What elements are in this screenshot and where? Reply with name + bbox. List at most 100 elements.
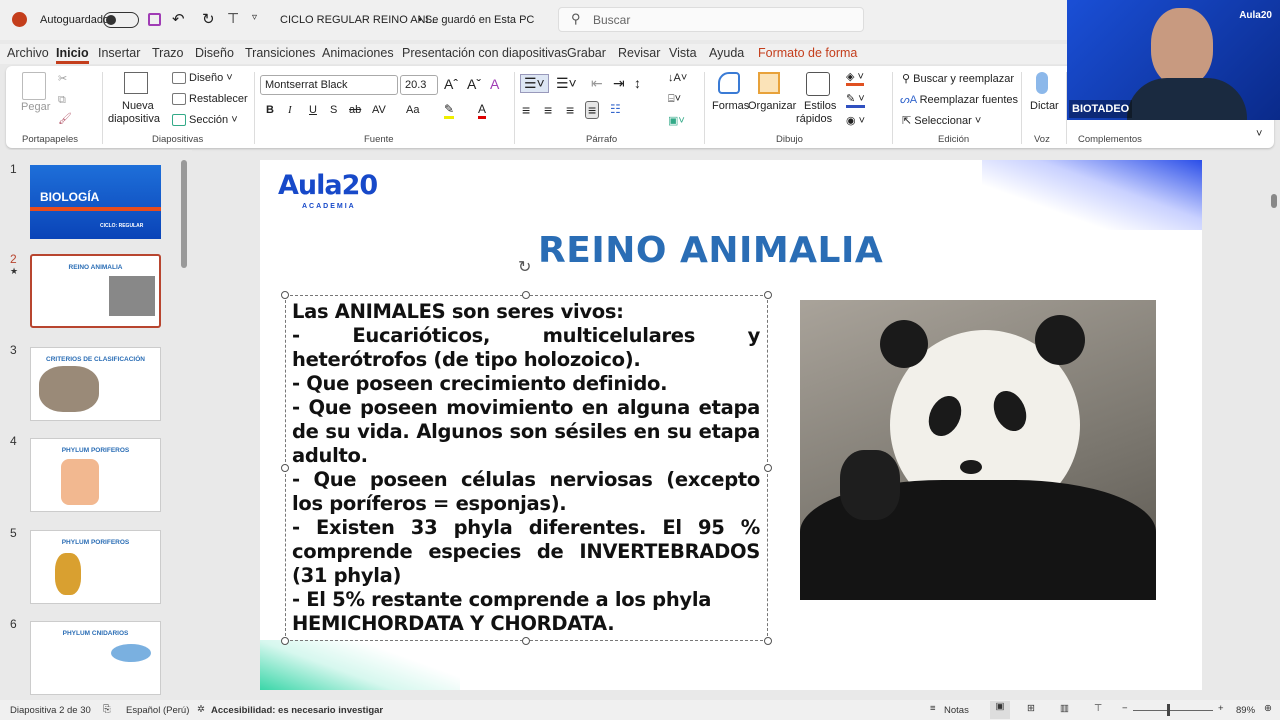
save-icon[interactable] — [148, 13, 161, 26]
tab-animaciones[interactable]: Animaciones — [322, 46, 394, 60]
zoom-level[interactable]: 89% — [1236, 705, 1255, 716]
font-size-select[interactable]: 20.3 — [400, 75, 438, 95]
tab-presentacion[interactable]: Presentación con diapositivas — [402, 46, 567, 60]
tab-transiciones[interactable]: Transiciones — [245, 46, 315, 60]
align-right-icon[interactable]: ≡ — [566, 102, 574, 118]
slide-title[interactable]: REINO ANIMALIA — [538, 230, 883, 271]
group-label: Dibujo — [776, 134, 803, 145]
align-text-icon[interactable]: ⌸˅ — [668, 93, 681, 106]
notes-button[interactable]: Notas — [944, 705, 969, 716]
bullets-icon[interactable]: ☰˅ — [520, 74, 549, 93]
save-status[interactable]: • Se guardó en Esta PC — [418, 14, 534, 26]
search-icon: ⚲ — [571, 11, 581, 26]
clear-format-icon[interactable]: A — [490, 76, 499, 92]
slide-thumbnail-5[interactable]: PHYLUM PORIFEROS — [30, 530, 161, 604]
new-slide-button[interactable]: Nueva — [122, 100, 154, 112]
underline-button[interactable]: U — [309, 104, 317, 116]
accessibility-status[interactable]: Accesibilidad: es necesario investigar — [211, 705, 383, 716]
tab-trazo[interactable]: Trazo — [152, 46, 184, 60]
slideshow-icon[interactable]: ⊤ — [1094, 703, 1102, 714]
shrink-font-icon[interactable]: Aˇ — [467, 76, 481, 92]
tab-archivo[interactable]: Archivo — [7, 46, 49, 60]
tab-vista[interactable]: Vista — [669, 46, 697, 60]
slide-canvas: Aula20 ACADEMIA REINO ANIMALIA ↻ Las ANI… — [260, 160, 1202, 690]
autosave-toggle[interactable] — [103, 12, 139, 28]
highlight-icon[interactable]: ✎ — [444, 102, 455, 119]
shadow-button[interactable]: S — [330, 104, 337, 116]
tab-revisar[interactable]: Revisar — [618, 46, 660, 60]
quick-styles-label[interactable]: rápidos — [796, 113, 832, 125]
select-button[interactable]: Seleccionar — [914, 115, 971, 127]
zoom-in-icon[interactable]: + — [1218, 703, 1224, 714]
shape-fill-icon[interactable]: ◈ ˅ — [846, 70, 864, 86]
smartart-icon[interactable]: ▣˅ — [668, 114, 685, 127]
numbering-icon[interactable]: ☰˅ — [556, 75, 577, 92]
tab-formato-de-forma[interactable]: Formato de forma — [758, 46, 857, 60]
redo-icon[interactable]: ↻ — [202, 10, 215, 28]
zoom-slider[interactable] — [1133, 710, 1213, 711]
customize-toolbar-icon[interactable]: ▿ — [252, 12, 257, 23]
tab-ayuda[interactable]: Ayuda — [709, 46, 744, 60]
copy-icon[interactable]: ⧉ — [58, 94, 66, 107]
rotate-handle-icon[interactable]: ↻ — [518, 257, 531, 277]
slide-thumbnail-4[interactable]: PHYLUM PORIFEROS — [30, 438, 161, 512]
italic-button[interactable]: I — [288, 104, 292, 116]
section-button[interactable]: Sección — [189, 114, 228, 126]
justify-icon[interactable]: ≡ — [585, 101, 600, 119]
present-icon[interactable]: ⊤ — [227, 10, 239, 27]
zoom-slider-thumb[interactable] — [1167, 704, 1170, 716]
decrease-indent-icon[interactable]: ⇤ — [591, 75, 603, 92]
spellcheck-icon[interactable]: ⎘ — [103, 704, 111, 715]
slide-thumbnail-2[interactable]: REINO ANIMALIA — [30, 254, 161, 328]
font-family-select[interactable]: Montserrat Black — [260, 75, 398, 95]
new-slide-label[interactable]: diapositiva — [108, 113, 160, 125]
shapes-button[interactable]: Formas — [712, 100, 749, 112]
increase-indent-icon[interactable]: ⇥ — [613, 75, 625, 92]
search-input[interactable]: ⚲ Buscar — [558, 7, 864, 32]
slide-scrollbar[interactable] — [1269, 150, 1280, 698]
font-color-icon[interactable]: A — [478, 102, 487, 119]
normal-view-icon[interactable]: ▣ — [990, 701, 1010, 719]
layout-button[interactable]: Diseño — [189, 72, 223, 84]
format-painter-icon[interactable]: 🖌 — [58, 112, 72, 125]
shape-effects-icon[interactable]: ◉ ˅ — [846, 114, 865, 127]
reset-button[interactable]: Restablecer — [189, 93, 248, 105]
find-replace-button[interactable]: Buscar y reemplazar — [913, 73, 1014, 85]
slide-sorter-icon[interactable]: ⊞ — [1027, 703, 1035, 714]
slide-thumbnail-3[interactable]: CRITERIOS DE CLASIFICACIÓN — [30, 347, 161, 421]
line-spacing-icon[interactable]: ↕ — [634, 75, 641, 91]
tab-diseno[interactable]: Diseño — [195, 46, 234, 60]
text-direction-icon[interactable]: ↓A˅ — [668, 72, 687, 84]
panda-image[interactable] — [800, 300, 1156, 600]
columns-icon[interactable]: ☷ — [610, 102, 621, 116]
replace-fonts-button[interactable]: Reemplazar fuentes — [920, 94, 1018, 106]
bold-button[interactable]: B — [266, 104, 274, 116]
reading-view-icon[interactable]: ▥ — [1060, 703, 1069, 714]
paste-button[interactable]: Pegar — [21, 101, 50, 113]
zoom-out-icon[interactable]: − — [1122, 703, 1128, 714]
align-center-icon[interactable]: ≡ — [544, 102, 552, 118]
grow-font-icon[interactable]: Aˆ — [444, 76, 458, 92]
align-left-icon[interactable]: ≡ — [522, 102, 530, 118]
collapse-ribbon-icon[interactable]: ˅ — [1256, 128, 1262, 140]
cut-icon[interactable]: ✂ — [58, 72, 67, 85]
slide-thumbnail-1[interactable]: BIOLOGÍA CICLO: REGULAR — [30, 165, 161, 239]
dictate-button[interactable]: Dictar — [1030, 100, 1059, 112]
slide-thumbnail-6[interactable]: PHYLUM CNIDARIOS — [30, 621, 161, 695]
strikethrough-button[interactable]: ab — [349, 104, 361, 116]
character-spacing-button[interactable]: AV — [372, 104, 386, 116]
text-line: - Que poseen células nerviosas (excepto — [292, 468, 760, 491]
text-line: - Existen 33 phyla diferentes. El 95 % — [292, 516, 760, 539]
arrange-button[interactable]: Organizar — [748, 100, 796, 112]
tab-inicio[interactable]: Inicio — [56, 46, 89, 64]
undo-icon[interactable]: ↶ — [172, 10, 185, 28]
tab-grabar[interactable]: Grabar — [567, 46, 606, 60]
shape-outline-icon[interactable]: ✎ ˅ — [846, 92, 865, 108]
body-text[interactable]: Las ANIMALES son seres vivos: - Eucariót… — [292, 300, 760, 636]
change-case-button[interactable]: Aa — [406, 104, 419, 116]
quick-styles-button[interactable]: Estilos — [804, 100, 836, 112]
language-status[interactable]: Español (Perú) — [126, 705, 189, 716]
fit-slide-icon[interactable]: ⊕ — [1264, 703, 1272, 714]
thumbnail-scrollbar[interactable] — [181, 160, 187, 268]
tab-insertar[interactable]: Insertar — [98, 46, 140, 60]
